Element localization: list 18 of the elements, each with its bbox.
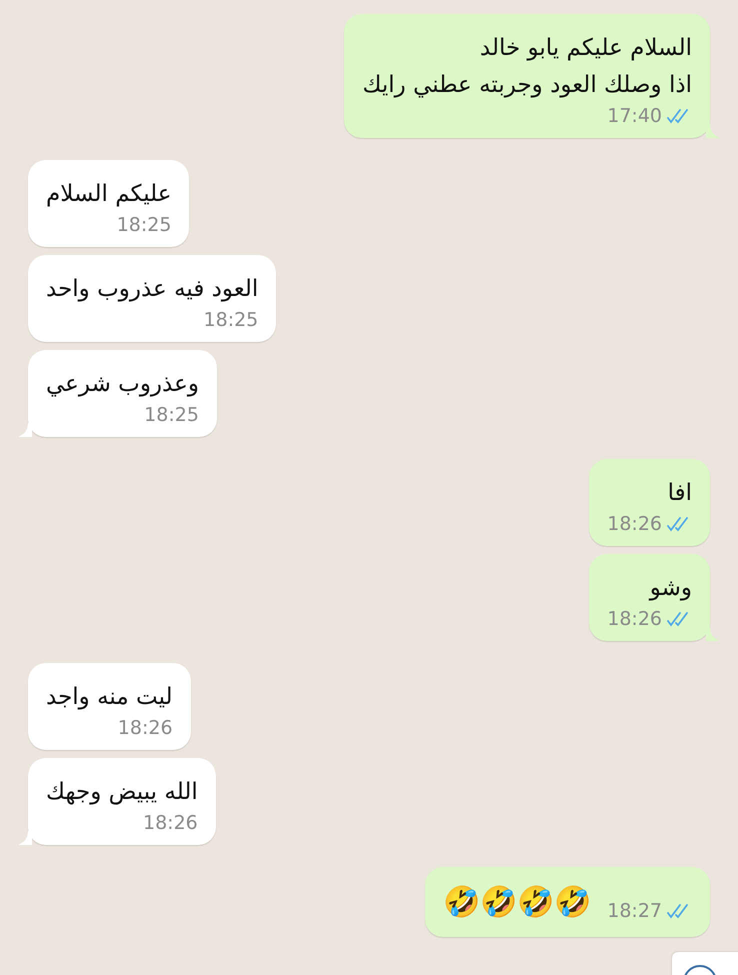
message-time: 18:26 bbox=[607, 512, 662, 536]
message-text: 🤣🤣🤣🤣 bbox=[443, 884, 592, 922]
message-text: وشو bbox=[648, 574, 692, 603]
message-time: 18:27 bbox=[607, 899, 662, 923]
message-text: العود فيه عذروب واحد bbox=[46, 275, 258, 304]
message-text: افا bbox=[666, 479, 692, 508]
message-text: ليت منه واجد bbox=[46, 683, 173, 712]
message-time: 18:25 bbox=[144, 403, 199, 427]
message-time: 18:26 bbox=[118, 716, 173, 740]
message-text: عليكم السلام bbox=[46, 180, 172, 209]
message-text: السلام عليكم يابو خالد اذا وصلك العود وجربته عطني رايك bbox=[362, 34, 692, 100]
message-time: 18:26 bbox=[142, 811, 198, 835]
message-text: وعذروب شرعي bbox=[46, 370, 199, 399]
message-time: 18:25 bbox=[116, 213, 172, 237]
message-text: الله يبيض وجهك bbox=[46, 778, 198, 807]
message-time: 17:40 bbox=[607, 104, 662, 128]
message-time: 18:25 bbox=[204, 308, 258, 332]
message-time: 18:26 bbox=[607, 607, 662, 631]
